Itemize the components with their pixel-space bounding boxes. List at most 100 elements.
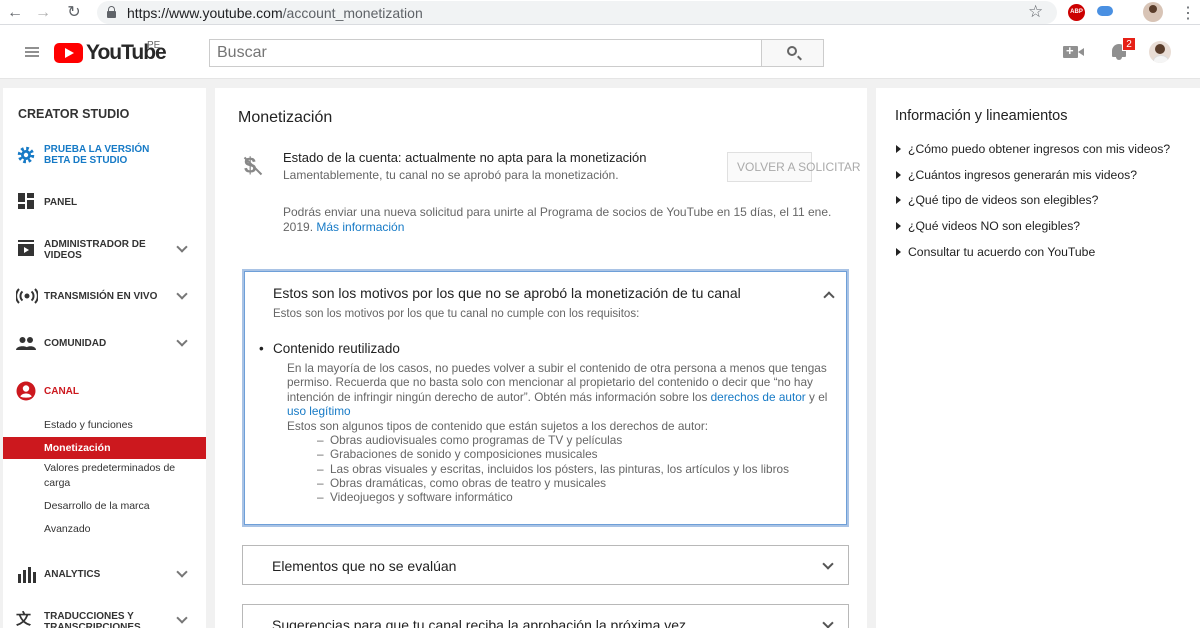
info-link[interactable]: ¿Qué tipo de videos son elegibles? — [896, 193, 1098, 207]
creator-studio-sidebar: CREATOR STUDIO PRUEBA LA VERSIÓN BETA DE… — [3, 88, 206, 628]
url-text: https://www.youtube.com/account_monetiza… — [127, 5, 423, 21]
search-icon — [787, 46, 797, 56]
sidebar-item-translations[interactable]: 文A TRADUCCIONES Y TRANSCRIPCIONES — [3, 608, 206, 628]
sidebar-subitem-advanced[interactable]: Avanzado — [3, 522, 206, 537]
not-evaluated-panel[interactable]: Elementos que no se evalúan — [242, 545, 849, 585]
search-input[interactable] — [209, 39, 762, 67]
reason-description: En la mayoría de los casos, no puedes vo… — [287, 361, 845, 418]
reapply-button[interactable]: VOLVER A SOLICITAR — [727, 152, 861, 182]
sidebar-item-label: TRANSMISIÓN EN VIVO — [44, 291, 158, 302]
sidebar-subitem-upload-defaults[interactable]: Valores predeterminados de carga — [3, 461, 183, 491]
sidebar-subitem-branding[interactable]: Desarrollo de la marca — [3, 499, 206, 514]
back-arrow-icon[interactable]: ← — [5, 3, 25, 23]
info-guidelines-panel: Información y lineamientos ¿Cómo puedo o… — [876, 88, 1200, 628]
account-status-subtitle: Lamentablemente, tu canal no se aprobó p… — [283, 168, 619, 182]
chevron-up-icon[interactable] — [823, 291, 835, 303]
search-button[interactable] — [761, 39, 824, 67]
bookmark-star-icon[interactable]: ☆ — [1028, 2, 1043, 22]
community-people-icon — [16, 337, 36, 350]
hamburger-menu-icon[interactable] — [25, 47, 39, 57]
chevron-down-icon — [822, 558, 834, 570]
chevron-down-icon — [176, 612, 188, 624]
reasons-panel-subtitle: Estos son los motivos por los que tu can… — [273, 308, 640, 320]
browser-profile-avatar[interactable] — [1143, 2, 1163, 22]
suggestions-panel-title: Sugerencias para que tu canal reciba la … — [272, 617, 687, 628]
url-host: https://www.youtube.com — [127, 5, 283, 21]
monetization-main: Monetización $ Estado de la cuenta: actu… — [215, 88, 867, 628]
list-item: Videojuegos y software informático — [287, 490, 789, 505]
info-link-label: ¿Qué videos NO son elegibles? — [908, 219, 1081, 233]
youtube-play-icon — [54, 43, 83, 63]
reload-icon[interactable]: ↻ — [64, 3, 84, 23]
sidebar-item-label: ANALYTICS — [44, 569, 101, 580]
copyright-link[interactable]: derechos de autor — [711, 390, 806, 404]
info-link-label: ¿Cómo puedo obtener ingresos con mis vid… — [908, 142, 1171, 156]
sidebar-subitem-monetization[interactable]: Monetización — [3, 437, 206, 459]
address-bar[interactable]: https://www.youtube.com/account_monetiza… — [97, 1, 1057, 24]
info-link[interactable]: ¿Cómo puedo obtener ingresos con mis vid… — [896, 142, 1170, 156]
list-item: Grabaciones de sonido y composiciones mu… — [287, 447, 789, 462]
info-link-label: ¿Cuántos ingresos generarán mis videos? — [908, 168, 1137, 182]
list-item: Las obras visuales y escritas, incluidos… — [287, 462, 789, 477]
info-link[interactable]: ¿Qué videos NO son elegibles? — [896, 219, 1080, 233]
sidebar-item-analytics[interactable]: ANALYTICS — [3, 565, 206, 585]
fair-use-link[interactable]: uso legítimo — [287, 404, 351, 418]
url-path: /account_monetization — [282, 5, 423, 21]
chevron-down-icon — [176, 335, 188, 347]
chevron-down-icon — [176, 566, 188, 578]
reapply-note: Podrás enviar una nueva solicitud para u… — [283, 205, 853, 235]
sidebar-item-label: CANAL — [44, 386, 79, 397]
info-link-label: ¿Qué tipo de videos son elegibles? — [908, 193, 1099, 207]
account-avatar[interactable] — [1149, 41, 1171, 63]
sidebar-item-panel[interactable]: PANEL — [3, 193, 206, 213]
browser-toolbar: ← → ↻ https://www.youtube.com/account_mo… — [0, 0, 1200, 25]
info-link-label: Consultar tu acuerdo con YouTube — [908, 245, 1096, 259]
sidebar-item-label: PANEL — [44, 197, 78, 208]
notification-count-badge: 2 — [1122, 37, 1136, 51]
logo-region: PE — [147, 40, 161, 51]
youtube-header: YouTube PE 2 — [0, 25, 1200, 79]
sidebar-item-label: ADMINISTRADOR DE VIDEOS — [44, 239, 146, 261]
sidebar-item-video-manager[interactable]: ADMINISTRADOR DE VIDEOS — [3, 236, 206, 262]
analytics-bar-icon — [18, 567, 36, 583]
list-item: Obras audiovisuales como programas de TV… — [287, 433, 789, 448]
upload-video-icon[interactable] — [1063, 43, 1084, 58]
more-info-link[interactable]: Más información — [316, 220, 404, 234]
reason-title: Contenido reutilizado — [259, 341, 400, 356]
info-title: Información y lineamientos — [895, 108, 1068, 124]
sidebar-item-label: PRUEBA LA VERSIÓN BETA DE STUDIO — [44, 144, 150, 166]
chevron-down-icon — [822, 617, 834, 628]
reasons-panel: Estos son los motivos por los que no se … — [242, 269, 849, 527]
suggestions-panel[interactable]: Sugerencias para que tu canal reciba la … — [242, 604, 849, 628]
browser-menu-icon[interactable]: ⋮ — [1180, 3, 1196, 23]
video-manager-icon — [18, 240, 34, 256]
sidebar-item-studio-beta[interactable]: PRUEBA LA VERSIÓN BETA DE STUDIO — [3, 143, 206, 167]
not-evaluated-panel-title: Elementos que no se evalúan — [272, 558, 457, 574]
sidebar-title: CREATOR STUDIO — [18, 107, 130, 121]
sidebar-subitem-status[interactable]: Estado y funciones — [3, 418, 206, 433]
reason-conjunction: y — [809, 389, 815, 404]
forward-arrow-icon[interactable]: → — [33, 3, 53, 23]
list-item: Obras dramáticas, como obras de teatro y… — [287, 476, 789, 491]
translate-icon: 文A — [16, 611, 32, 628]
chevron-down-icon — [176, 241, 188, 253]
live-broadcast-icon — [16, 288, 38, 304]
page-title: Monetización — [238, 109, 333, 126]
lock-icon — [107, 6, 116, 18]
dashboard-icon — [18, 193, 34, 209]
chevron-down-icon — [176, 288, 188, 300]
info-link[interactable]: ¿Cuántos ingresos generarán mis videos? — [896, 168, 1137, 182]
adblock-extension-icon[interactable]: ABP — [1068, 4, 1085, 21]
sidebar-item-channel[interactable]: CANAL — [3, 380, 206, 402]
account-status-title: Estado de la cuenta: actualmente no apta… — [283, 150, 647, 165]
sidebar-item-label: TRADUCCIONES Y TRANSCRIPCIONES — [44, 611, 141, 628]
reason-article: el — [818, 389, 828, 404]
reasons-panel-title[interactable]: Estos son los motivos por los que no se … — [273, 285, 741, 301]
sidebar-item-live-streaming[interactable]: TRANSMISIÓN EN VIVO — [3, 287, 206, 307]
cloud-extension-icon[interactable] — [1097, 6, 1113, 16]
info-link[interactable]: Consultar tu acuerdo con YouTube — [896, 245, 1095, 259]
copyright-types-list: Obras audiovisuales como programas de TV… — [287, 433, 789, 505]
sidebar-item-community[interactable]: COMUNIDAD — [3, 335, 206, 355]
gear-icon — [17, 146, 35, 164]
sidebar-item-label: COMUNIDAD — [44, 338, 107, 349]
